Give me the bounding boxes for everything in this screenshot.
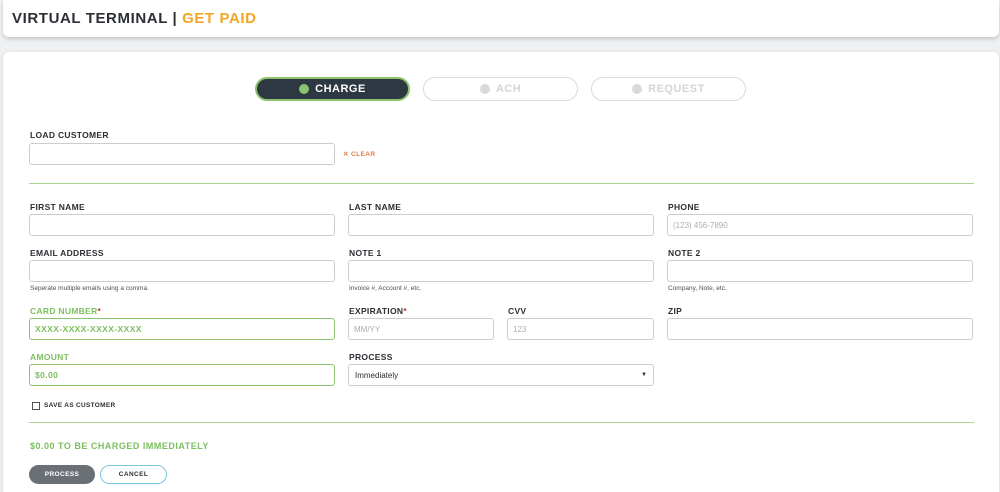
note2-input[interactable] (667, 260, 973, 282)
note2-label: NOTE 2 (668, 248, 701, 258)
amount-label: AMOUNT (30, 352, 70, 362)
divider (29, 183, 974, 184)
terminal-card: CHARGE ACH REQUEST LOAD CUSTOMER ✕ CLEAR… (3, 52, 999, 492)
radio-dot-icon (632, 84, 643, 94)
expiration-input[interactable] (348, 318, 494, 340)
amount-input[interactable] (29, 364, 335, 386)
cancel-button[interactable]: CANCEL (100, 465, 167, 484)
process-selected-value: Immediately (355, 370, 399, 380)
tab-label: REQUEST (648, 83, 705, 95)
save-as-customer-label: SAVE AS CUSTOMER (44, 402, 116, 409)
tab-ach[interactable]: ACH (423, 77, 578, 101)
required-mark: * (403, 306, 407, 316)
process-button[interactable]: PROCESS (29, 465, 95, 484)
required-mark: * (97, 306, 102, 316)
tab-label: CHARGE (315, 83, 366, 95)
tab-charge[interactable]: CHARGE (255, 77, 410, 101)
email-hint: Seperate multiple emails using a comma. (30, 285, 149, 292)
title-main: VIRTUAL TERMINAL | (12, 10, 178, 27)
note1-input[interactable] (348, 260, 654, 282)
note1-hint: Invoice #, Account #, etc. (349, 285, 422, 292)
page-title: VIRTUAL TERMINAL | GET PAID (12, 10, 257, 27)
expiration-label: EXPIRATION* (349, 306, 407, 316)
cvv-input[interactable] (507, 318, 654, 340)
card-number-input[interactable] (29, 318, 335, 340)
title-accent: GET PAID (182, 10, 257, 27)
radio-dot-icon (299, 84, 310, 94)
card-number-label-text: CARD NUMBER (30, 306, 98, 316)
page-header: VIRTUAL TERMINAL | GET PAID (3, 0, 999, 37)
load-customer-label: LOAD CUSTOMER (30, 130, 109, 140)
first-name-label: FIRST NAME (30, 202, 85, 212)
load-customer-input[interactable] (29, 143, 335, 165)
phone-input[interactable] (667, 214, 973, 236)
first-name-input[interactable] (29, 214, 335, 236)
clear-button[interactable]: ✕ CLEAR (343, 150, 375, 158)
radio-dot-icon (479, 84, 490, 94)
zip-input[interactable] (667, 318, 973, 340)
tab-request[interactable]: REQUEST (591, 77, 746, 101)
cvv-label: CVV (508, 306, 527, 316)
email-input[interactable] (29, 260, 335, 282)
process-label: PROCESS (349, 352, 393, 362)
save-as-customer-checkbox[interactable] (32, 402, 40, 410)
card-number-label: CARD NUMBER* (30, 306, 101, 316)
last-name-input[interactable] (348, 214, 654, 236)
zip-label: ZIP (668, 306, 683, 316)
email-label: EMAIL ADDRESS (30, 248, 104, 258)
last-name-label: LAST NAME (349, 202, 402, 212)
note1-label: NOTE 1 (349, 248, 382, 258)
divider (29, 422, 974, 423)
charge-summary: $0.00 TO BE CHARGED IMMEDIATELY (30, 441, 209, 451)
note2-hint: Company, Note, etc. (668, 285, 727, 292)
process-select[interactable]: Immediately ▼ (348, 364, 654, 386)
caret-down-icon: ▼ (641, 372, 647, 378)
tab-label: ACH (495, 83, 522, 95)
phone-label: PHONE (668, 202, 700, 212)
expiration-label-text: EXPIRATION (349, 306, 404, 316)
